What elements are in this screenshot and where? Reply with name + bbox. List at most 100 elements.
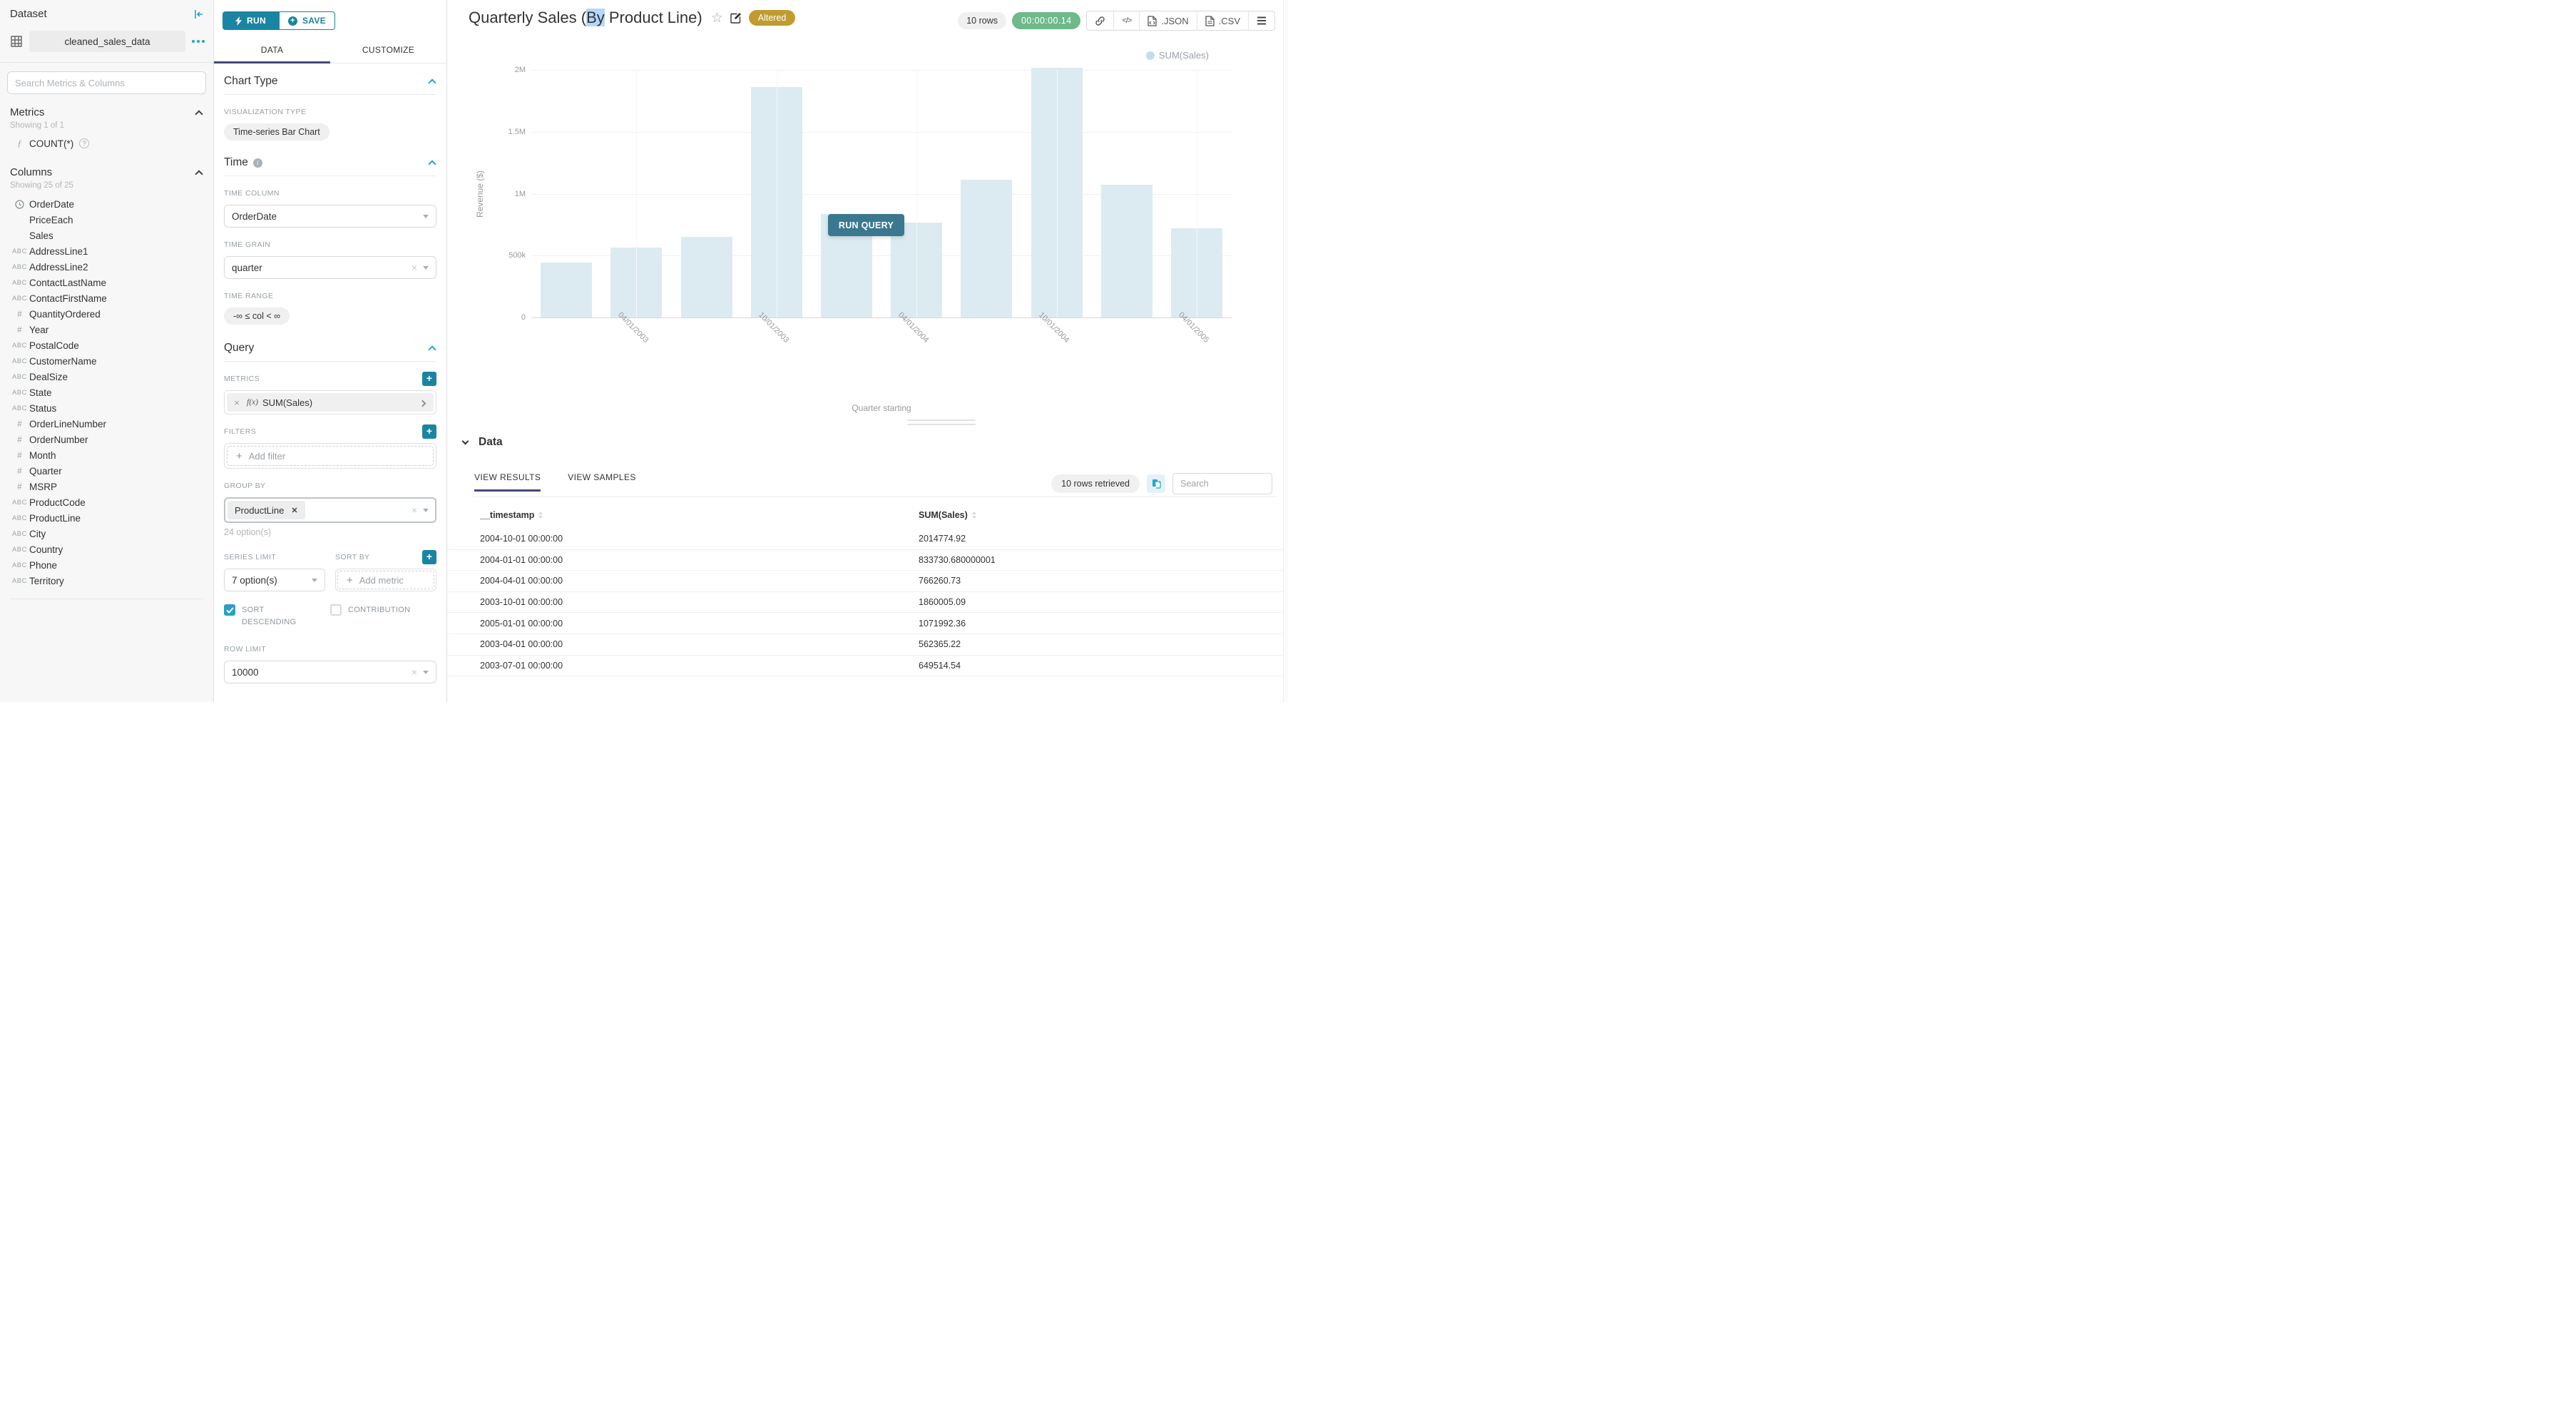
clear-icon[interactable]: × [412,263,417,273]
column-item[interactable]: ABCAddressLine1 [0,243,213,259]
tab-view-samples[interactable]: VIEW SAMPLES [568,472,636,492]
copy-data-button[interactable] [1147,474,1165,493]
legend-item[interactable]: SUM(Sales) [1146,50,1209,61]
favorite-star-icon[interactable]: ☆ [711,11,723,25]
bar[interactable] [681,237,732,317]
column-item[interactable]: ABCAddressLine2 [0,259,213,275]
edit-title-icon[interactable] [730,12,742,24]
x-axis-line [531,317,1232,318]
column-item[interactable]: OrderDate [0,196,213,212]
export-csv-button[interactable]: .CSV [1197,11,1248,30]
column-item[interactable]: #Month [0,447,213,463]
column-item[interactable]: ABCProductLine [0,510,213,526]
column-item[interactable]: ABCStatus [0,400,213,416]
collapse-columns-icon[interactable] [195,170,203,178]
bar[interactable] [961,180,1012,317]
add-metric-button[interactable]: + [422,372,436,386]
altered-badge[interactable]: Altered [749,10,796,26]
collapse-section-icon[interactable] [428,345,436,353]
save-button[interactable]: + SAVE [279,11,335,30]
series-limit-select[interactable]: 7 option(s) [224,569,325,591]
cell-timestamp: 2004-04-01 00:00:00 [480,576,919,586]
collapse-section-icon[interactable] [428,160,436,168]
results-tabs: VIEW RESULTS VIEW SAMPLES [474,472,636,492]
column-item[interactable]: ABCProductCode [0,494,213,510]
tab-customize[interactable]: CUSTOMIZE [330,39,446,63]
abc-icon: ABC [10,342,29,350]
column-item[interactable]: ABCState [0,385,213,400]
tab-view-results[interactable]: VIEW RESULTS [474,472,541,492]
column-item[interactable]: ABCPhone [0,557,213,573]
sidebar-title: Dataset [10,8,47,20]
data-section-toggle[interactable]: Data [463,436,503,449]
clear-icon[interactable]: × [412,505,417,515]
run-button[interactable]: RUN [223,11,279,30]
time-heading: Timei [224,156,262,169]
time-grain-select[interactable]: quarter × [224,256,436,279]
table-row: 2003-10-01 00:00:001860005.09 [447,591,1282,613]
column-item[interactable]: #Year [0,322,213,337]
column-item[interactable]: ABCTerritory [0,573,213,589]
collapse-sidebar-icon[interactable] [193,9,205,20]
time-column-select[interactable]: OrderDate [224,205,436,228]
dataset-menu-icon[interactable] [192,37,205,46]
bar[interactable] [541,263,592,317]
remove-metric-icon[interactable]: × [227,397,247,408]
column-item[interactable]: ABCPostalCode [0,337,213,353]
embed-code-button[interactable]: </> [1113,11,1139,30]
group-by-select[interactable]: ProductLine ✕ × [224,497,436,523]
column-item[interactable]: ABCCustomerName [0,353,213,369]
chart-menu-button[interactable] [1248,11,1274,30]
row-limit-label: ROW LIMIT [224,645,266,653]
bar[interactable] [1101,185,1152,317]
bar-chart-canvas[interactable]: Revenue ($)0500k1M1.5M2M04/01/200310/01/… [447,36,1288,421]
viz-type-value[interactable]: Time-series Bar Chart [224,123,329,141]
export-json-button[interactable]: .JSON [1139,11,1196,30]
column-item[interactable]: #QuantityOrdered [0,306,213,322]
column-item[interactable]: PriceEach [0,212,213,228]
column-item[interactable]: #OrderLineNumber [0,416,213,432]
metric-pill[interactable]: × f(x) SUM(Sales) [227,393,434,412]
bolt-icon [235,16,242,26]
column-item[interactable]: ABCCountry [0,541,213,557]
column-label: PriceEach [29,215,73,225]
sort-descending-checkbox[interactable]: SORT DESCENDING [224,604,330,628]
tab-data[interactable]: DATA [214,39,330,63]
scrollbar[interactable] [1283,0,1288,702]
search-metrics-columns-input[interactable] [7,71,206,94]
page-title[interactable]: Quarterly Sales (By Product Line) [469,9,702,27]
table-header-timestamp[interactable]: __timestamp [480,510,919,520]
clear-icon[interactable]: × [412,667,417,677]
row-limit-select[interactable]: 10000 × [224,661,436,683]
column-label: Status [29,403,56,414]
contribution-checkbox[interactable]: CONTRIBUTION [330,604,436,628]
hash-icon: # [10,482,29,492]
add-filter-dropzone[interactable]: + Add filter [227,446,434,466]
column-item[interactable]: ABCContactFirstName [0,290,213,306]
column-item[interactable]: #Quarter [0,463,213,479]
column-item[interactable]: #MSRP [0,479,213,494]
collapse-section-icon[interactable] [428,78,436,86]
time-range-value[interactable]: -∞ ≤ col < ∞ [224,307,290,325]
column-item[interactable]: ABCCity [0,526,213,541]
metric-item[interactable]: ƒCOUNT(*)? [0,133,213,154]
column-item[interactable]: #OrderNumber [0,432,213,447]
help-circle-icon[interactable]: ? [79,138,89,148]
columns-heading: Columns [10,166,52,178]
run-query-button[interactable]: RUN QUERY [828,214,904,236]
copy-link-button[interactable] [1087,11,1113,30]
results-search-input[interactable] [1172,473,1272,494]
dataset-name-pill[interactable]: cleaned_sales_data [29,31,185,52]
panel-resize-handle[interactable] [907,419,976,428]
add-filter-button[interactable]: + [422,424,436,439]
filters-label: FILTERS [224,427,256,436]
column-item[interactable]: ABCContactLastName [0,275,213,290]
table-header-metric[interactable]: SUM(Sales) [919,510,1282,520]
column-item[interactable]: ABCDealSize [0,369,213,385]
remove-groupby-icon[interactable]: ✕ [291,506,297,515]
column-item[interactable]: Sales [0,228,213,243]
collapse-metrics-icon[interactable] [195,110,203,118]
add-sort-metric-dropzone[interactable]: + Add metric [337,571,434,589]
add-sort-metric-button[interactable]: + [422,550,436,564]
hash-icon: # [10,434,29,444]
